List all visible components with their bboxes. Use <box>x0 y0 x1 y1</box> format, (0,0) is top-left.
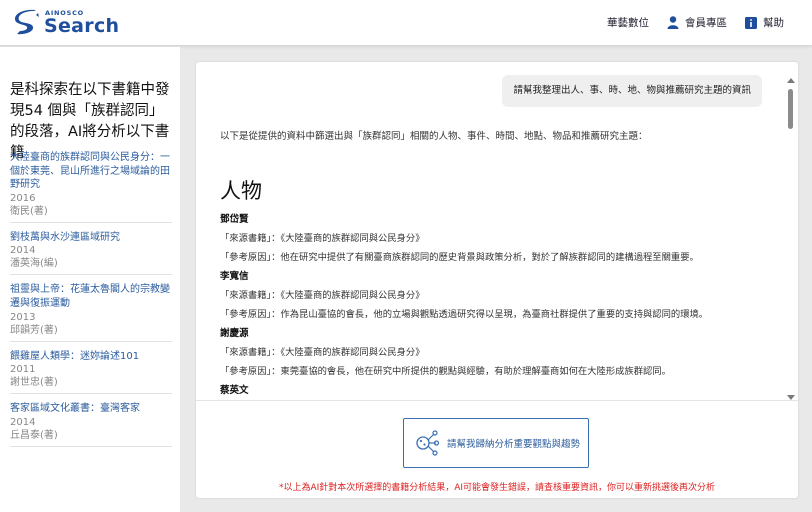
person-name: 謝慶源 <box>220 328 249 339</box>
book-item: 劉枝萬與水沙連區域研究 2014 潘英海(編) <box>10 231 172 276</box>
person-entry: 鄧岱賢 「來源書籍」：《大陸臺商的族群認同與公民身分》 「參考原因」：他在研究中… <box>220 210 770 267</box>
book-author: 丘昌泰(著) <box>10 429 58 441</box>
book-year: 2014 <box>10 416 36 428</box>
book-year: 2014 <box>10 245 36 257</box>
book-author: 邱韻芳(著) <box>10 324 58 336</box>
logo[interactable]: AINOSCO Search <box>14 8 119 38</box>
top-header: AINOSCO Search 華藝數位 會員專區 幫助 <box>0 0 812 46</box>
info-icon <box>745 16 757 29</box>
book-item: 祖靈與上帝：花蓮太魯閣人的宗教變遷與復振運動 2013 邱韻芳(著) <box>10 283 172 342</box>
nav-airiti[interactable]: 華藝數位 <box>607 15 649 30</box>
nav-airiti-label: 華藝數位 <box>607 17 649 29</box>
book-item: 大陸臺商的族群認同與公民身分：一個於東莞、昆山所進行之場域論的田野研究 2016… <box>10 151 172 223</box>
book-sidebar: 是科探索在以下書籍中發現54 個與「族群認同」的段落，AI將分析以下書籍 大陸臺… <box>0 47 180 512</box>
book-year: 2013 <box>10 311 36 323</box>
analyze-trends-button[interactable]: 請幫我歸納分析重要觀點與趨勢 <box>403 418 589 468</box>
person-reason: 「參考原因」：東莞臺協的會長，他在研究中所提供的觀點與經驗，有助於理解臺商如何在… <box>220 366 671 377</box>
person-name: 鄧岱賢 <box>220 214 249 225</box>
person-source: 「來源書籍」：《大陸臺商的族群認同與公民身分》 <box>220 347 425 358</box>
person-entry: 李寬信 「來源書籍」：《大陸臺商的族群認同與公民身分》 「參考原因」：作為昆山臺… <box>220 267 770 324</box>
book-author: 謝世忠(著) <box>10 377 58 389</box>
user-icon <box>667 16 679 29</box>
person-source: 「來源書籍」：《大陸臺商的族群認同與公民身分》 <box>220 233 425 244</box>
network-icon <box>416 430 440 456</box>
people-list: 鄧岱賢 「來源書籍」：《大陸臺商的族群認同與公民身分》 「參考原因」：他在研究中… <box>220 210 770 400</box>
section-heading-people: 人物 <box>220 179 262 203</box>
logo-big-text: Search <box>44 15 120 38</box>
book-title-link[interactable]: 客家區域文化叢書：臺灣客家 <box>10 402 172 416</box>
book-author: 潘英海(編) <box>10 258 58 270</box>
scroll-up-arrow-icon[interactable] <box>787 78 795 83</box>
ai-intro-text: 以下是從提供的資料中篩選出與「族群認同」相關的人物、事件、時間、地點、物品和推薦… <box>220 131 648 142</box>
book-item: 餵雞屋人類學：迷妳論述101 2011 謝世忠(著) <box>10 350 172 395</box>
person-entry: 謝慶源 「來源書籍」：《大陸臺商的族群認同與公民身分》 「參考原因」：東莞臺協的… <box>220 324 770 381</box>
book-title-link[interactable]: 祖靈與上帝：花蓮太魯閣人的宗教變遷與復振運動 <box>10 283 172 310</box>
book-title-link[interactable]: 餵雞屋人類學：迷妳論述101 <box>10 350 172 364</box>
analyze-trends-label: 請幫我歸納分析重要觀點與趨勢 <box>447 439 581 450</box>
book-item: 客家區域文化叢書：臺灣客家 2014 丘昌泰(著) <box>10 402 172 447</box>
book-year: 2011 <box>10 364 36 376</box>
book-title-link[interactable]: 劉枝萬與水沙連區域研究 <box>10 231 172 245</box>
person-name: 李寬信 <box>220 271 249 282</box>
nav-help[interactable]: 幫助 <box>745 15 784 30</box>
vertical-scrollbar[interactable] <box>786 78 796 400</box>
nav-member-label: 會員專區 <box>685 17 727 29</box>
person-name: 蔡英文 <box>220 385 249 396</box>
top-nav: 華藝數位 會員專區 幫助 <box>589 15 784 30</box>
chat-scroll-area[interactable]: 請幫我整理出人、事、時、地、物與推薦研究主題的資訊 以下是從提供的資料中篩選出與… <box>196 62 798 400</box>
person-source: 「來源書籍」：《大陸臺商的族群認同與公民身分》 <box>220 290 425 301</box>
logo-text: AINOSCO Search <box>44 10 119 37</box>
book-year: 2016 <box>10 192 36 204</box>
person-entry: 蔡英文 <box>220 381 770 400</box>
book-title-link[interactable]: 大陸臺商的族群認同與公民身分：一個於東莞、昆山所進行之場域論的田野研究 <box>10 151 172 192</box>
nav-member[interactable]: 會員專區 <box>667 15 727 30</box>
divider <box>196 400 798 401</box>
person-reason: 「參考原因」：作為昆山臺協的會長，他的立場與觀點透過研究得以呈現，為臺商社群提供… <box>220 309 709 320</box>
person-reason: 「參考原因」：他在研究中提供了有關臺商族群認同的歷史背景與政策分析，對於了解族群… <box>220 252 699 263</box>
ai-analysis-panel: 請幫我整理出人、事、時、地、物與推薦研究主題的資訊 以下是從提供的資料中篩選出與… <box>196 62 798 498</box>
user-query-bubble: 請幫我整理出人、事、時、地、物與推薦研究主題的資訊 <box>502 75 762 107</box>
ai-disclaimer: *以上為AI針對本次所選擇的書籍分析結果，AI可能會發生錯誤，請查核重要資訊，你… <box>278 483 716 493</box>
logo-mark-icon <box>15 9 39 35</box>
scroll-thumb[interactable] <box>788 89 793 129</box>
nav-help-label: 幫助 <box>763 17 784 29</box>
book-list: 大陸臺商的族群認同與公民身分：一個於東莞、昆山所進行之場域論的田野研究 2016… <box>10 151 172 455</box>
book-author: 衛民(著) <box>10 205 48 217</box>
